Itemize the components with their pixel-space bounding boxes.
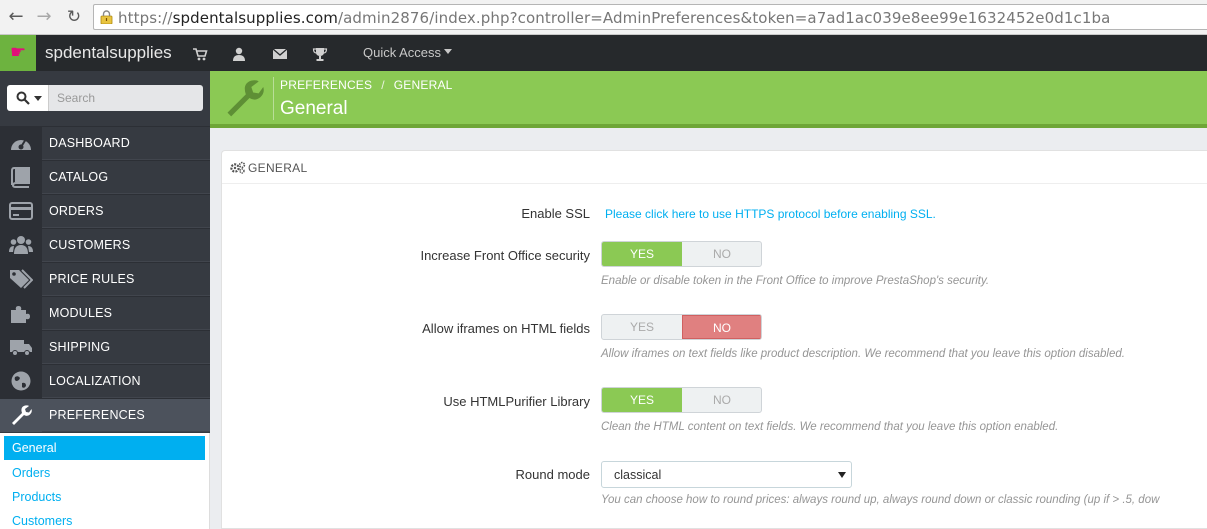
cart-icon[interactable] xyxy=(192,46,208,62)
menu-label: ORDERS xyxy=(49,204,104,218)
page-title: General xyxy=(280,98,348,119)
panel-title: GENERAL xyxy=(248,161,308,175)
menu-item-dashboard[interactable]: DASHBOARD xyxy=(0,126,210,160)
lock-warning-icon xyxy=(100,10,113,24)
menu-label: PREFERENCES xyxy=(49,408,145,422)
page-header: PREFERENCES / GENERAL General xyxy=(210,71,1207,124)
reload-icon[interactable]: ↻ xyxy=(63,6,85,28)
wrench-icon xyxy=(227,80,264,117)
tags-icon xyxy=(10,269,33,289)
iframes-switch[interactable]: YES NO xyxy=(601,314,762,340)
menu-label: LOCALIZATION xyxy=(49,374,141,388)
credit-card-icon xyxy=(9,202,33,220)
general-panel: GENERAL Enable SSL Please click here to … xyxy=(221,150,1207,529)
breadcrumb: PREFERENCES / GENERAL xyxy=(280,78,453,92)
book-icon xyxy=(11,167,30,188)
iframes-help: Allow iframes on text fields like produc… xyxy=(601,348,1125,360)
menu-item-catalog[interactable]: CATALOG xyxy=(0,160,210,194)
fo-security-label: Increase Front Office security xyxy=(420,248,590,263)
search-type-button[interactable] xyxy=(7,85,49,111)
breadcrumb-current: GENERAL xyxy=(393,78,453,92)
purifier-yes[interactable]: YES xyxy=(602,388,682,412)
submenu-item-products[interactable]: Products xyxy=(4,485,205,509)
purifier-switch[interactable]: YES NO xyxy=(601,387,762,413)
puzzle-icon xyxy=(11,306,30,323)
menu-item-customers[interactable]: CUSTOMERS xyxy=(0,228,210,262)
purifier-help: Clean the HTML content on text fields. W… xyxy=(601,421,1059,433)
menu-item-orders[interactable]: ORDERS xyxy=(0,194,210,228)
menu-label: CATALOG xyxy=(49,170,109,184)
menu-label: SHIPPING xyxy=(49,340,111,354)
users-icon xyxy=(9,236,33,254)
forward-arrow-icon[interactable]: → xyxy=(33,6,55,28)
wrench-icon xyxy=(12,405,32,425)
user-icon[interactable] xyxy=(231,46,247,62)
iframes-no[interactable]: NO xyxy=(682,315,761,339)
envelope-icon[interactable] xyxy=(272,46,288,62)
purifier-no[interactable]: NO xyxy=(682,388,761,412)
pointing-hand-icon: ☛ xyxy=(10,42,27,63)
submenu-item-orders[interactable]: Orders xyxy=(4,461,205,485)
menu-item-preferences[interactable]: PREFERENCES xyxy=(0,398,210,432)
round-mode-value: classical xyxy=(614,468,662,482)
sidebar: DASHBOARD CATALOG ORDERS CUSTOMERS PRICE… xyxy=(0,71,210,529)
fo-security-help: Enable or disable token in the Front Off… xyxy=(601,275,990,287)
fo-security-switch[interactable]: YES NO xyxy=(601,241,762,267)
menu-item-modules[interactable]: MODULES xyxy=(0,296,210,330)
menu-label: CUSTOMERS xyxy=(49,238,131,252)
menu-item-shipping[interactable]: SHIPPING xyxy=(0,330,210,364)
globe-icon xyxy=(11,371,31,391)
back-arrow-icon[interactable]: ← xyxy=(5,6,27,28)
fo-security-no[interactable]: NO xyxy=(682,242,761,266)
main-menu: DASHBOARD CATALOG ORDERS CUSTOMERS PRICE… xyxy=(0,126,210,432)
menu-label: PRICE RULES xyxy=(49,272,135,286)
round-mode-label: Round mode xyxy=(515,467,590,482)
caret-down-icon xyxy=(34,96,42,101)
menu-item-price-rules[interactable]: PRICE RULES xyxy=(0,262,210,296)
url-text: https://spdentalsupplies.com/admin2876/i… xyxy=(118,9,1111,27)
submenu-item-general[interactable]: General xyxy=(4,436,205,460)
round-mode-help: You can choose how to round prices: alwa… xyxy=(601,494,1160,506)
menu-item-localization[interactable]: LOCALIZATION xyxy=(0,364,210,398)
enable-https-link[interactable]: Please click here to use HTTPS protocol … xyxy=(605,207,936,221)
breadcrumb-parent[interactable]: PREFERENCES xyxy=(280,78,372,92)
gears-icon xyxy=(230,161,246,174)
admin-header: ☛ spdentalsupplies Quick Access xyxy=(0,35,1207,71)
divider xyxy=(273,77,274,120)
fo-security-yes[interactable]: YES xyxy=(602,242,682,266)
purifier-label: Use HTMLPurifier Library xyxy=(443,394,590,409)
address-bar[interactable]: https://spdentalsupplies.com/admin2876/i… xyxy=(93,4,1207,30)
search-icon xyxy=(16,91,30,105)
caret-down-icon xyxy=(444,49,453,54)
submenu-item-customers[interactable]: Customers xyxy=(4,509,205,529)
truck-icon xyxy=(10,340,32,356)
trophy-icon[interactable] xyxy=(312,46,328,62)
browser-toolbar: ← → ↻ https://spdentalsupplies.com/admin… xyxy=(0,0,1207,35)
logo[interactable]: ☛ xyxy=(0,35,36,71)
caret-down-icon xyxy=(838,472,846,478)
header-underline xyxy=(210,124,1207,128)
quick-access-menu[interactable]: Quick Access xyxy=(363,45,453,60)
dashboard-icon xyxy=(11,138,31,150)
menu-label: DASHBOARD xyxy=(49,136,130,150)
iframes-yes[interactable]: YES xyxy=(602,315,682,339)
search-input[interactable] xyxy=(49,85,203,111)
ssl-label: Enable SSL xyxy=(521,206,590,221)
sidebar-search xyxy=(7,85,203,111)
preferences-submenu: General Orders Products Customers xyxy=(0,433,210,529)
round-mode-select[interactable]: classical xyxy=(601,461,852,488)
iframes-label: Allow iframes on HTML fields xyxy=(422,321,590,336)
shop-name[interactable]: spdentalsupplies xyxy=(45,43,172,63)
panel-heading: GENERAL xyxy=(222,151,1207,184)
menu-label: MODULES xyxy=(49,306,113,320)
